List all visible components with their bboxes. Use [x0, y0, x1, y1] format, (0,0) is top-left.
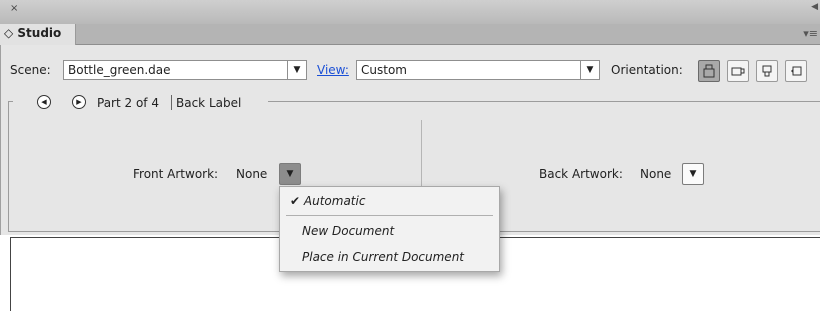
chevron-down-icon: ▼	[689, 169, 697, 179]
scene-dropdown[interactable]: Bottle_green.dae ▼	[63, 60, 307, 80]
orientation-rotate-icon	[791, 66, 802, 76]
tab-bar	[0, 24, 820, 45]
collapse-panel-icon[interactable]: ◀	[811, 2, 818, 12]
orientation-top-icon	[762, 65, 772, 77]
view-value: Custom	[361, 63, 407, 77]
orientation-side-button[interactable]	[727, 60, 749, 82]
chevron-down-icon: ▼	[287, 60, 306, 80]
back-artwork-label: Back Artwork:	[539, 167, 623, 181]
orientation-label: Orientation:	[611, 63, 683, 77]
part-divider	[171, 95, 172, 110]
part-name: Back Label	[176, 96, 242, 110]
scene-value: Bottle_green.dae	[68, 63, 171, 77]
front-artwork-value: None	[236, 167, 268, 181]
orientation-top-button[interactable]	[756, 60, 778, 82]
menu-item-label: New Document	[302, 224, 395, 238]
scene-label: Scene:	[10, 63, 51, 77]
menu-item-new-document[interactable]: New Document	[280, 222, 499, 240]
window-title-strip: × ◀	[0, 0, 820, 24]
checkmark-icon: ✔	[290, 194, 301, 208]
part-counter: Part 2 of 4	[97, 96, 159, 110]
back-artwork-value: None	[640, 167, 672, 181]
chevron-down-icon: ▼	[580, 60, 599, 80]
artwork-popup-menu: ✔ Automatic New Document Place in Curren…	[279, 186, 500, 272]
orientation-front-button[interactable]	[698, 60, 720, 82]
orientation-rotate-button[interactable]	[785, 60, 807, 82]
view-link[interactable]: View:	[317, 63, 349, 77]
menu-item-automatic[interactable]: ✔ Automatic	[280, 192, 499, 210]
tab-studio[interactable]: ◇ Studio	[0, 24, 76, 45]
front-artwork-label: Front Artwork:	[133, 167, 219, 181]
back-artwork-menu-button[interactable]: ▼	[682, 163, 704, 185]
next-part-button[interactable]: ▶	[72, 95, 86, 109]
menu-separator	[286, 215, 493, 216]
orientation-front-icon	[703, 64, 715, 78]
menu-item-label: Automatic	[303, 194, 366, 208]
orientation-side-icon	[731, 67, 745, 76]
panel-menu-icon[interactable]: ▾≡	[803, 27, 818, 40]
group-box-top-line	[268, 101, 820, 102]
chevron-down-icon: ▼	[286, 169, 294, 179]
menu-item-label: Place in Current Document	[302, 250, 464, 264]
previous-part-button[interactable]: ◀	[37, 95, 51, 109]
menu-item-place-in-current-document[interactable]: Place in Current Document	[280, 248, 499, 266]
view-dropdown[interactable]: Custom ▼	[356, 60, 600, 80]
front-artwork-menu-button[interactable]: ▼	[279, 163, 301, 185]
close-panel-icon[interactable]: ×	[10, 3, 18, 14]
